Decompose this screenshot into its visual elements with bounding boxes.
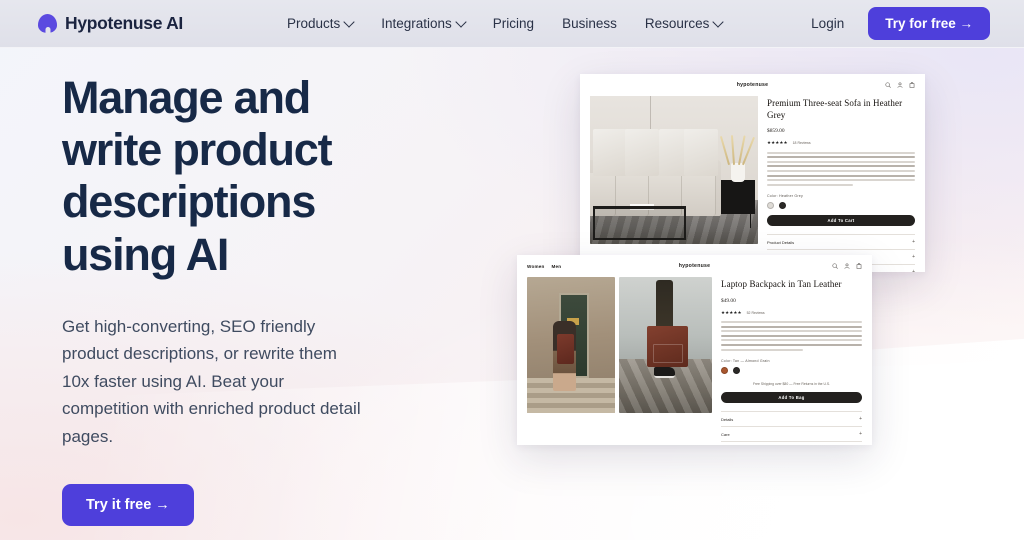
backpack-rocks-photo[interactable] [619, 277, 712, 413]
chevron-down-icon [343, 15, 355, 28]
mock-storefront-header: Women Men hypotenuse [517, 255, 872, 277]
mock-header-icons [885, 82, 915, 88]
star-rating-icon: ★★★★★ [721, 309, 742, 315]
nav-item-pricing-label: Pricing [492, 16, 535, 31]
mock-add-to-cart-button[interactable]: Add To Cart [767, 214, 915, 226]
mock-rating: ★★★★★ 52 Reviews [721, 309, 862, 316]
mock-product-detail: Premium Three-seat Sofa in Heather Grey … [767, 96, 915, 272]
chevron-down-icon [455, 15, 467, 28]
nav-item-business-label: Business [562, 16, 617, 31]
star-rating-icon: ★★★★★ [767, 140, 788, 146]
hypotenuse-logo-icon [38, 14, 57, 33]
mock-review-count: 18 Reviews [792, 141, 811, 146]
mock-review-count: 52 Reviews [746, 310, 765, 315]
try-it-free-button[interactable]: Try it free → [62, 484, 194, 527]
nav-item-resources[interactable]: Resources [644, 15, 725, 31]
mock-storefront-header: hypotenuse [580, 74, 925, 96]
mock-color-swatches [721, 366, 862, 374]
mock-product-gallery [590, 96, 758, 272]
mock-accordions: Details + Care + About Hide + [721, 410, 862, 445]
mock-store-brand: hypotenuse [736, 82, 769, 88]
login-link[interactable]: Login [811, 16, 844, 31]
nav-item-products[interactable]: Products [286, 15, 355, 31]
mock-add-to-bag-button[interactable]: Add To Bag [721, 391, 862, 403]
backpack-doorway-photo[interactable] [527, 277, 615, 413]
page-title: Manage and write product descriptions us… [62, 72, 333, 280]
grey-sofa-living-room-photo[interactable] [590, 96, 758, 244]
mock-accordion-row[interactable]: Care + [721, 427, 862, 442]
nav-item-integrations-label: Integrations [381, 16, 452, 31]
nav-item-pricing[interactable]: Pricing [493, 16, 534, 31]
mock-nav-item-men[interactable]: Men [552, 264, 562, 269]
navbar-actions: Login Try for free → [811, 7, 990, 40]
account-icon[interactable] [844, 263, 850, 269]
search-icon[interactable] [832, 263, 838, 269]
nav-links: Products Integrations Pricing Business R… [286, 15, 725, 31]
color-swatch[interactable] [767, 201, 774, 209]
bag-icon[interactable] [909, 82, 915, 88]
plus-icon: + [912, 253, 915, 260]
hero-content: Manage and write product descriptions us… [62, 72, 462, 540]
nav-item-resources-label: Resources [644, 16, 710, 31]
plus-icon: + [912, 268, 915, 272]
mock-swatch-label: Color: Tan — Almond Grain [721, 358, 770, 363]
mock-product-price: $859.00 [767, 128, 785, 135]
nav-item-business[interactable]: Business [562, 16, 617, 31]
mock-color-swatches [767, 201, 915, 209]
mock-product-detail: Laptop Backpack in Tan Leather $49.00 ★★… [721, 277, 862, 445]
mock-accordion-label: Care [721, 431, 730, 437]
nav-item-products-label: Products [286, 16, 341, 31]
mock-product-description [767, 151, 915, 186]
brand-logo[interactable]: Hypotenuse AI [38, 13, 183, 34]
nav-item-integrations[interactable]: Integrations [381, 15, 467, 31]
landing-page: Hypotenuse AI Products Integrations Pric… [0, 0, 1024, 540]
search-icon[interactable] [885, 82, 891, 88]
color-swatch[interactable] [779, 201, 786, 209]
mock-store-brand: hypotenuse [678, 263, 711, 269]
mock-swatch-label: Color: Heather Grey [767, 193, 803, 198]
account-icon[interactable] [897, 82, 903, 88]
mock-rating: ★★★★★ 18 Reviews [767, 140, 915, 146]
color-swatch[interactable] [721, 366, 728, 374]
mock-store-nav: Women Men [527, 264, 561, 269]
color-swatch[interactable] [733, 366, 740, 374]
hero-subheading: Get high-converting, SEO friendly produc… [62, 316, 361, 446]
mock-product-title: Laptop Backpack in Tan Leather [721, 279, 842, 289]
plus-icon: + [912, 238, 915, 245]
mock-product-price: $49.00 [721, 297, 736, 304]
mock-accordion-row[interactable]: Details + [721, 410, 862, 427]
mock-accordion-row[interactable]: About Hide + [721, 442, 862, 445]
mock-product-title: Premium Three-seat Sofa in Heather Grey [767, 98, 903, 120]
product-page-mockup-sofa: hypotenuse Premium Three-seat Sofa in He… [580, 74, 925, 272]
brand-name: Hypotenuse AI [65, 13, 183, 33]
mock-product-body: Premium Three-seat Sofa in Heather Grey … [580, 96, 925, 272]
mock-header-icons [832, 263, 862, 269]
bag-icon[interactable] [856, 263, 862, 269]
try-for-free-button[interactable]: Try for free → [868, 7, 990, 40]
mock-accordion-row[interactable]: Product Details + [767, 233, 915, 250]
product-page-mockup-backpack: Women Men hypotenuse Laptop Backpack in … [517, 255, 872, 445]
mock-nav-item-women[interactable]: Women [527, 264, 545, 269]
mock-product-gallery [527, 277, 712, 445]
chevron-down-icon [712, 15, 725, 28]
mock-product-body: Laptop Backpack in Tan Leather $49.00 ★★… [517, 277, 872, 445]
mock-accordion-label: Details [721, 416, 734, 422]
mock-accordion-label: Product Details [767, 239, 795, 245]
mock-shipping-note: Free Shipping over $80 — Free Returns in… [752, 381, 831, 386]
plus-icon: + [859, 430, 862, 437]
navbar: Hypotenuse AI Products Integrations Pric… [0, 0, 1024, 48]
mock-product-description [721, 321, 862, 351]
plus-icon: + [859, 415, 862, 422]
